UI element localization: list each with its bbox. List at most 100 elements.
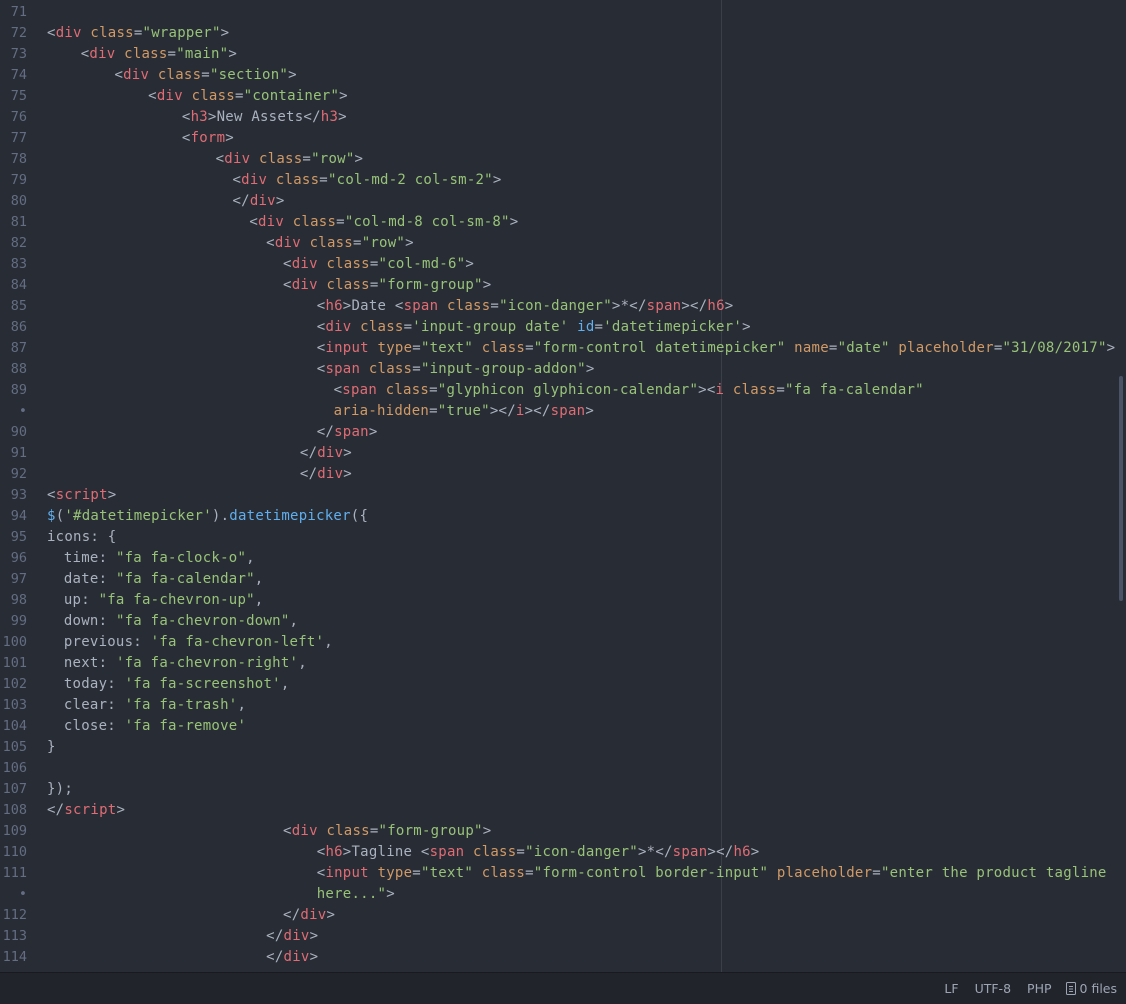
code-line[interactable]: 112 </div> [0,905,1126,926]
line-number[interactable]: 78 [0,149,27,170]
line-number[interactable]: 108 [0,800,27,821]
code-line[interactable]: 73 <div class="main"> [0,44,1126,65]
code-line[interactable]: 75 <div class="container"> [0,86,1126,107]
code-line[interactable]: 78 <div class="row"> [0,149,1126,170]
code-line[interactable]: 77 <form> [0,128,1126,149]
line-number[interactable]: 97 [0,569,27,590]
line-number[interactable]: 88 [0,359,27,380]
code-line[interactable]: 103 clear: 'fa fa-trash', [0,695,1126,716]
code-line[interactable]: 76 <h3>New Assets</h3> [0,107,1126,128]
line-number[interactable]: 72 [0,23,27,44]
code-line[interactable]: 95 icons: { [0,527,1126,548]
code-line[interactable]: 86 <div class='input-group date' id='date… [0,317,1126,338]
code-line[interactable]: 90 </span> [0,422,1126,443]
line-number[interactable]: 106 [0,758,27,779]
line-number[interactable]: 101 [0,653,27,674]
code-line[interactable]: 114 </div> [0,947,1126,968]
line-number[interactable]: 90 [0,422,27,443]
code-line[interactable]: 82 <div class="row"> [0,233,1126,254]
code-line[interactable]: 101 next: 'fa fa-chevron-right', [0,653,1126,674]
code-line[interactable]: 94 $('#datetimepicker').datetimepicker({ [0,506,1126,527]
code-line[interactable]: 81 <div class="col-md-8 col-sm-8"> [0,212,1126,233]
line-number[interactable]: 89 [0,380,27,401]
code-line[interactable]: 87 <input type="text" class="form-control… [0,338,1126,359]
code-line[interactable]: 110 <h6>Tagline <span class="icon-danger"… [0,842,1126,863]
code-line[interactable]: 89 <span class="glyphicon glyphicon-calen… [0,380,1126,401]
line-number[interactable]: 102 [0,674,27,695]
line-number[interactable]: 82 [0,233,27,254]
line-number[interactable]: 114 [0,947,27,968]
git-files-indicator[interactable]: 0 files [1060,981,1117,996]
code-line[interactable]: 84 <div class="form-group"> [0,275,1126,296]
code-line[interactable]: 80 </div> [0,191,1126,212]
encoding-indicator[interactable]: UTF-8 [967,981,1019,996]
code-line[interactable]: 113 </div> [0,926,1126,947]
line-number[interactable]: 104 [0,716,27,737]
line-number[interactable]: 87 [0,338,27,359]
code-line[interactable]: 97 date: "fa fa-calendar", [0,569,1126,590]
line-number[interactable]: 109 [0,821,27,842]
code-line[interactable]: 109 <div class="form-group"> [0,821,1126,842]
vertical-scrollbar[interactable] [1119,376,1123,601]
line-number[interactable]: 110 [0,842,27,863]
line-number[interactable]: 92 [0,464,27,485]
code-line[interactable]: 99 down: "fa fa-chevron-down", [0,611,1126,632]
code-line[interactable]: 104 close: 'fa fa-remove' [0,716,1126,737]
code-line[interactable]: 96 time: "fa fa-clock-o", [0,548,1126,569]
line-number[interactable]: 75 [0,86,27,107]
line-number[interactable]: • [0,401,27,422]
line-number[interactable]: 99 [0,611,27,632]
line-number[interactable]: 80 [0,191,27,212]
line-number[interactable]: • [0,884,27,905]
line-number[interactable]: 84 [0,275,27,296]
line-number[interactable]: 103 [0,695,27,716]
line-number[interactable]: 98 [0,590,27,611]
code-line[interactable]: 83 <div class="col-md-6"> [0,254,1126,275]
code-line[interactable]: • here..."> [0,884,1126,905]
line-number[interactable]: 86 [0,317,27,338]
line-number[interactable]: 111 [0,863,27,884]
code-line[interactable]: 88 <span class="input-group-addon"> [0,359,1126,380]
line-ending-indicator[interactable]: LF [936,981,966,996]
grammar-indicator[interactable]: PHP [1019,981,1059,996]
code-editor[interactable]: 71 72 <div class="wrapper"> 73 <div class="m… [0,0,1126,972]
code-line[interactable]: 74 <div class="section"> [0,65,1126,86]
line-number[interactable]: 95 [0,527,27,548]
code-line[interactable]: 100 previous: 'fa fa-chevron-left', [0,632,1126,653]
line-number[interactable]: 81 [0,212,27,233]
code-line[interactable]: 91 </div> [0,443,1126,464]
code-line[interactable]: 93 <script> [0,485,1126,506]
code-line[interactable]: 72 <div class="wrapper"> [0,23,1126,44]
code-line[interactable]: 107}); [0,779,1126,800]
line-number[interactable]: 107 [0,779,27,800]
line-number[interactable]: 76 [0,107,27,128]
line-number[interactable]: 105 [0,737,27,758]
code-line[interactable]: 102 today: 'fa fa-screenshot', [0,674,1126,695]
line-number[interactable]: 74 [0,65,27,86]
line-number[interactable]: 79 [0,170,27,191]
code-line[interactable]: 98 up: "fa fa-chevron-up", [0,590,1126,611]
code-line[interactable]: 106 [0,758,1126,779]
code-line[interactable]: 71 [0,2,1126,23]
line-number[interactable]: 96 [0,548,27,569]
line-number[interactable]: 85 [0,296,27,317]
line-number[interactable]: 83 [0,254,27,275]
line-number[interactable]: 112 [0,905,27,926]
code-token: class [481,865,526,881]
line-number[interactable]: 93 [0,485,27,506]
code-line[interactable]: 92 </div> [0,464,1126,485]
editor-lines[interactable]: 71 72 <div class="wrapper"> 73 <div class="m… [0,2,1126,968]
line-number[interactable]: 113 [0,926,27,947]
code-line[interactable]: 79 <div class="col-md-2 col-sm-2"> [0,170,1126,191]
line-number[interactable]: 71 [0,2,27,23]
line-number[interactable]: 73 [0,44,27,65]
line-number[interactable]: 94 [0,506,27,527]
code-line[interactable]: 111 <input type="text" class="form-contro… [0,863,1126,884]
code-line[interactable]: 85 <h6>Date <span class="icon-danger">*</… [0,296,1126,317]
line-number[interactable]: 77 [0,128,27,149]
code-line[interactable]: 108 </script> [0,800,1126,821]
line-number[interactable]: 100 [0,632,27,653]
code-line[interactable]: • aria-hidden="true"></i></span> [0,401,1126,422]
code-line[interactable]: 105} [0,737,1126,758]
line-number[interactable]: 91 [0,443,27,464]
